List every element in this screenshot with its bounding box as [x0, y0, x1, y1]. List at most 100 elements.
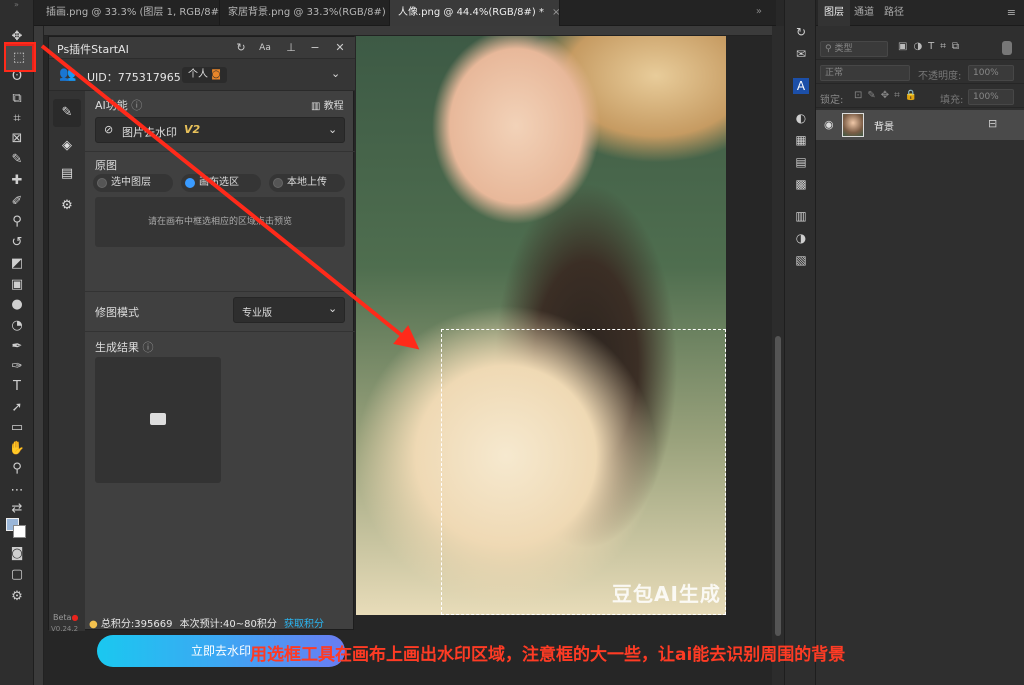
kind-filter-select[interactable]: ⚲ 类型 — [820, 41, 888, 57]
source-option-canvas-selection[interactable]: 画布选区 — [181, 174, 261, 192]
eyedropper-tool-icon[interactable]: ✎ — [7, 151, 27, 169]
opacity-label: 不透明度: — [918, 71, 962, 82]
font-size-icon[interactable]: Aa — [257, 40, 273, 56]
pin-icon[interactable]: ⊥ — [283, 40, 299, 56]
path-selection-tool-icon[interactable]: ➚ — [7, 399, 27, 417]
marquee-selection[interactable] — [441, 329, 726, 615]
comments-icon[interactable]: ✉ — [793, 46, 809, 62]
gradient-tool-icon[interactable]: ▣ — [7, 276, 27, 294]
gradients-icon[interactable]: ▤ — [793, 154, 809, 170]
dodge-tool-icon[interactable]: ◔ — [7, 317, 27, 335]
layer-row-background[interactable]: ◉ 背景 ⊟ — [816, 110, 1024, 140]
points-row: ● 总积分:395669 本次预计:40~80积分 获取积分 — [89, 615, 324, 630]
layers-icon[interactable]: ◈ — [58, 137, 76, 155]
blend-mode-select[interactable]: 正常 — [820, 65, 910, 81]
background-color-swatch[interactable] — [13, 525, 26, 538]
beta-dot-icon: ● — [71, 613, 79, 622]
tab-overflow-icon[interactable]: » — [756, 6, 762, 17]
healing-brush-tool-icon[interactable]: ✚ — [7, 172, 27, 190]
eraser-tool-icon[interactable]: ◩ — [7, 255, 27, 273]
info-icon[interactable]: ⓘ — [131, 99, 142, 112]
zoom-tool-icon[interactable]: ⚲ — [7, 460, 27, 478]
clone-stamp-tool-icon[interactable]: ⚲ — [7, 213, 27, 231]
brush-tool-icon[interactable]: ✐ — [7, 193, 27, 211]
version-label: V0.24.2 — [51, 625, 79, 633]
fill-field[interactable]: 100% — [968, 89, 1014, 105]
object-selection-tool-icon[interactable]: ⧉ — [7, 90, 27, 108]
settings-icon[interactable]: ⚙ — [58, 197, 76, 215]
tab-document-2[interactable]: 家居背景.png @ 33.3%(RGB/8#) *× — [220, 0, 390, 26]
more-tools-icon[interactable]: ⋯ — [7, 482, 27, 500]
pen-tool-alt-icon[interactable]: ✑ — [7, 358, 27, 376]
close-icon[interactable]: ✕ — [332, 40, 348, 56]
feature-select[interactable]: ⊘ 图片去水印 V2 ⌄ — [95, 117, 345, 143]
source-option-upload[interactable]: 本地上传 — [269, 174, 345, 192]
tab-label: 人像.png @ 44.4%(RGB/8#) * — [398, 7, 544, 18]
get-points-link[interactable]: 获取积分 — [284, 619, 324, 630]
document-icon[interactable]: ▤ — [58, 165, 76, 183]
mode-select[interactable]: 专业版 ⌄ — [233, 297, 345, 323]
source-option-layer[interactable]: 选中图层 — [93, 174, 173, 192]
opacity-field[interactable]: 100% — [968, 65, 1014, 81]
edit-icon[interactable]: ✎ — [53, 99, 81, 127]
plugin-main: AI功能 ⓘ ▥ 教程 ⊘ 图片去水印 V2 ⌄ 原图 选中图层 画布选区 本地… — [85, 91, 355, 667]
tab-label: 家居背景.png @ 33.3%(RGB/8#) * — [228, 7, 390, 18]
tab-document-3[interactable]: 人像.png @ 44.4%(RGB/8#) * × — [390, 0, 560, 26]
startai-plugin-icon[interactable]: A — [793, 78, 809, 94]
result-preview[interactable] — [95, 357, 221, 483]
divider — [85, 151, 355, 152]
frame-tool-icon[interactable]: ⊠ — [7, 130, 27, 148]
extra-tool-icon[interactable]: ⚙ — [7, 588, 27, 606]
preview-hint-box[interactable]: 请在画布中框选相应的区域点击预览 — [95, 197, 345, 247]
pen-tool-icon[interactable]: ✒ — [7, 338, 27, 356]
layer-thumbnail — [842, 113, 864, 137]
screen-mode-icon[interactable]: ▢ — [7, 566, 27, 584]
libraries-icon[interactable]: ▧ — [793, 252, 809, 268]
tab-channels[interactable]: 通道 — [848, 0, 880, 26]
panel-grip-icon[interactable]: » — [0, 0, 33, 10]
eye-icon[interactable]: ◉ — [824, 118, 834, 131]
close-icon[interactable]: × — [552, 7, 559, 18]
photoshop-window: » ✥ ⬚ ʘ ⧉ ⌗ ⊠ ✎ ✚ ✐ ⚲ ↺ ◩ ▣ ● ◔ ✒ ✑ T ➚ … — [0, 0, 1024, 685]
tab-layers[interactable]: 图层 — [818, 0, 850, 26]
total-points: 总积分:395669 — [100, 619, 173, 630]
source-section-label: 原图 — [95, 159, 117, 172]
divider — [85, 291, 355, 292]
divider — [85, 331, 355, 332]
quick-mask-icon[interactable]: ◙ — [7, 545, 27, 563]
blur-tool-icon[interactable]: ● — [7, 296, 27, 314]
chevron-down-icon[interactable]: ⌄ — [331, 67, 340, 80]
panel-menu-icon[interactable]: ≡ — [1007, 6, 1016, 19]
crop-tool-icon[interactable]: ⌗ — [7, 110, 27, 128]
tutorial-link[interactable]: ▥ 教程 — [311, 97, 344, 112]
tab-paths[interactable]: 路径 — [878, 0, 910, 26]
filter-icons[interactable]: ▣◑T⌗⧉ — [898, 41, 965, 52]
account-type-label: 个人 — [188, 69, 208, 80]
canvas-scrollbar[interactable] — [772, 26, 784, 685]
vertical-ruler — [34, 26, 44, 685]
refresh-icon[interactable]: ↻ — [233, 40, 249, 56]
tab-document-1[interactable]: 插画.png @ 33.3% (图层 1, RGB/8#) *× — [38, 0, 220, 26]
scrollbar-thumb[interactable] — [775, 336, 781, 636]
plugin-title: Ps插件StartAI — [57, 43, 129, 56]
swap-colors-icon[interactable]: ⇄ — [7, 500, 27, 518]
lock-icons[interactable]: ⊡✎✥⌗🔒 — [854, 90, 922, 101]
lock-icon[interactable]: ⊟ — [988, 117, 997, 130]
info-icon[interactable]: ⓘ — [143, 341, 154, 354]
patterns-icon[interactable]: ▩ — [793, 176, 809, 192]
layer-name[interactable]: 背景 — [874, 118, 894, 133]
properties-icon[interactable]: ▥ — [793, 208, 809, 224]
layers-panel-tabs: 图层 通道 路径 ≡ — [816, 0, 1024, 26]
account-type-badge[interactable]: 个人 ◙ — [182, 67, 227, 83]
hand-tool-icon[interactable]: ✋ — [7, 440, 27, 458]
rectangle-tool-icon[interactable]: ▭ — [7, 419, 27, 437]
filter-toggle[interactable] — [1002, 41, 1012, 55]
swatches-icon[interactable]: ▦ — [793, 132, 809, 148]
radio-dot — [273, 178, 283, 188]
minimize-icon[interactable]: − — [307, 40, 323, 56]
history-icon[interactable]: ↻ — [793, 24, 809, 40]
type-tool-icon[interactable]: T — [7, 378, 27, 396]
history-brush-tool-icon[interactable]: ↺ — [7, 234, 27, 252]
adjustments-icon[interactable]: ◑ — [793, 230, 809, 246]
color-icon[interactable]: ◐ — [793, 110, 809, 126]
